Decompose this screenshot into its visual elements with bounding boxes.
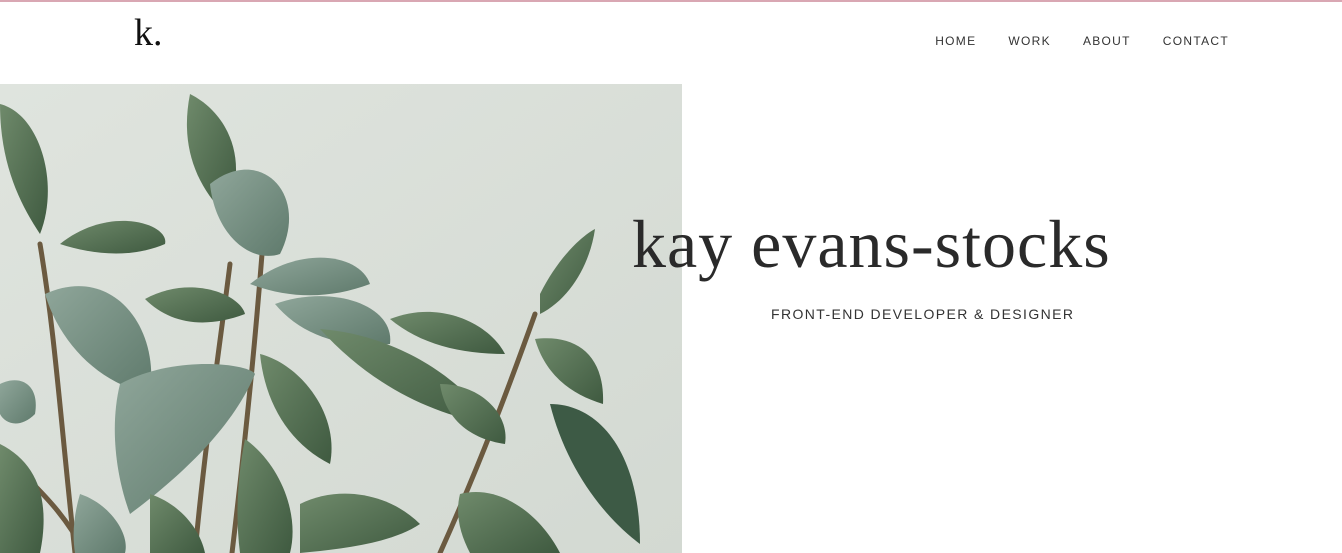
hero-subtitle: FRONT-END DEVELOPER & DESIGNER [771, 306, 1075, 322]
logo-link[interactable]: k. [134, 14, 163, 52]
nav-contact-link[interactable]: CONTACT [1163, 33, 1229, 49]
top-accent-line [0, 0, 1342, 2]
page: k. HOME WORK ABOUT CONTACT kay evans-sto… [0, 0, 1342, 553]
nav-about-link[interactable]: ABOUT [1083, 33, 1131, 49]
hero-plant-image [0, 84, 682, 553]
nav-home-link[interactable]: HOME [935, 33, 976, 49]
nav-work-link[interactable]: WORK [1008, 33, 1051, 49]
hero-title: kay evans-stocks [632, 206, 1111, 282]
plant-photo-icon [0, 84, 682, 553]
main-nav: HOME WORK ABOUT CONTACT [903, 33, 1229, 49]
